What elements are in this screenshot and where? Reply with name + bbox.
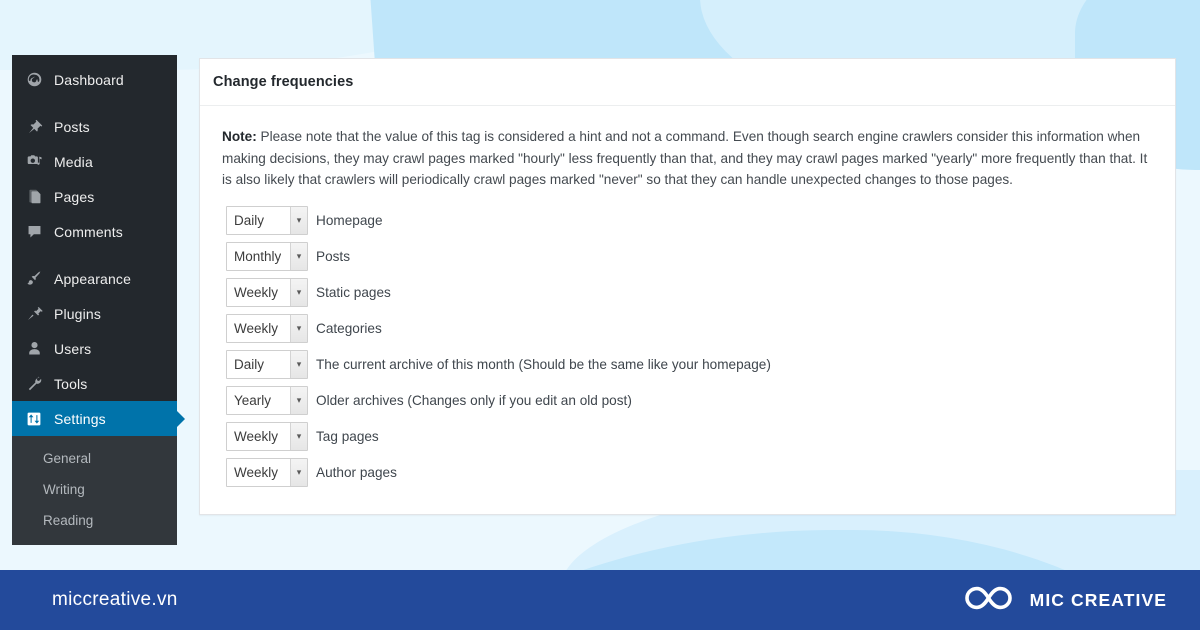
- frequency-row: Weekly ▾ Categories: [226, 313, 1153, 344]
- frequency-select-author-pages[interactable]: Weekly ▾: [226, 457, 308, 487]
- sidebar-group-content: Posts Media Pages Comments: [12, 109, 177, 249]
- comment-bubble-icon: [23, 222, 45, 242]
- sidebar-item-label: Posts: [54, 118, 90, 135]
- frequency-label: Tag pages: [316, 428, 379, 444]
- footer-website-url: miccreative.vn: [52, 589, 178, 610]
- note-text: Note: Please note that the value of this…: [222, 126, 1152, 191]
- sidebar-item-label: Appearance: [54, 270, 132, 287]
- frequency-label: Static pages: [316, 284, 391, 300]
- plug-icon: [23, 304, 45, 324]
- frequency-row: Daily ▾ The current archive of this mont…: [226, 349, 1153, 380]
- frequency-row: Monthly ▾ Posts: [226, 241, 1153, 272]
- settings-sliders-icon: [23, 409, 45, 429]
- sidebar-item-pages[interactable]: Pages: [12, 179, 177, 214]
- sidebar-separator-1: [12, 97, 177, 109]
- frequency-row: Weekly ▾ Static pages: [226, 277, 1153, 308]
- sidebar-group-main: Dashboard: [12, 62, 177, 97]
- frequency-label: Author pages: [316, 464, 397, 480]
- frequency-row: Weekly ▾ Author pages: [226, 457, 1153, 488]
- frequency-label: Categories: [316, 320, 382, 336]
- frequency-label: The current archive of this month (Shoul…: [316, 356, 771, 372]
- sidebar-item-appearance[interactable]: Appearance: [12, 261, 177, 296]
- sidebar-item-label: Users: [54, 340, 92, 357]
- note-body: Please note that the value of this tag i…: [222, 129, 1148, 187]
- admin-sidebar: Dashboard Posts Media Pages Comments App…: [12, 55, 177, 545]
- sidebar-item-posts[interactable]: Posts: [12, 109, 177, 144]
- panel-header: Change frequencies: [200, 59, 1175, 106]
- dashboard-icon: [23, 70, 45, 90]
- frequency-select-homepage[interactable]: Daily ▾: [226, 205, 308, 235]
- chevron-down-icon: ▾: [290, 278, 307, 306]
- sidebar-item-plugins[interactable]: Plugins: [12, 296, 177, 331]
- user-icon: [23, 339, 45, 359]
- select-value: Weekly: [234, 464, 279, 480]
- submenu-item-writing[interactable]: Writing: [12, 474, 177, 505]
- select-value: Yearly: [234, 392, 272, 408]
- brand-name: MIC CREATIVE: [1029, 589, 1167, 610]
- chevron-down-icon: ▾: [290, 242, 307, 270]
- panel-body: Note: Please note that the value of this…: [200, 106, 1175, 488]
- frequency-select-posts[interactable]: Monthly ▾: [226, 241, 308, 271]
- frequency-label: Homepage: [316, 212, 383, 228]
- sidebar-item-label: Pages: [54, 188, 95, 205]
- frequency-label: Older archives (Changes only if you edit…: [316, 392, 632, 408]
- sidebar-separator-2: [12, 249, 177, 261]
- frequency-select-current-archive[interactable]: Daily ▾: [226, 349, 308, 379]
- pages-icon: [23, 187, 45, 207]
- sidebar-group-admin: Appearance Plugins Users Tools Settings: [12, 261, 177, 436]
- sidebar-item-media[interactable]: Media: [12, 144, 177, 179]
- submenu-item-reading[interactable]: Reading: [12, 505, 177, 536]
- chevron-down-icon: ▾: [290, 386, 307, 414]
- frequency-row: Yearly ▾ Older archives (Changes only if…: [226, 385, 1153, 416]
- select-value: Monthly: [234, 248, 282, 264]
- note-label: Note:: [222, 129, 257, 144]
- sidebar-item-label: Dashboard: [54, 71, 124, 88]
- sidebar-item-users[interactable]: Users: [12, 331, 177, 366]
- frequency-rows: Daily ▾ Homepage Monthly ▾ Posts Weekly …: [222, 205, 1153, 488]
- paintbrush-icon: [23, 269, 45, 289]
- sidebar-item-label: Plugins: [54, 305, 101, 322]
- sidebar-item-dashboard[interactable]: Dashboard: [12, 62, 177, 97]
- sidebar-item-comments[interactable]: Comments: [12, 214, 177, 249]
- frequency-select-static-pages[interactable]: Weekly ▾: [226, 277, 308, 307]
- change-frequencies-panel: Change frequencies Note: Please note tha…: [199, 58, 1176, 515]
- chevron-down-icon: ▾: [290, 314, 307, 342]
- chevron-down-icon: ▾: [290, 206, 307, 234]
- media-icon: [23, 152, 45, 172]
- select-value: Weekly: [234, 320, 279, 336]
- sidebar-item-label: Comments: [54, 223, 123, 240]
- select-value: Daily: [234, 356, 265, 372]
- frequency-label: Posts: [316, 248, 350, 264]
- select-value: Weekly: [234, 284, 279, 300]
- frequency-row: Weekly ▾ Tag pages: [226, 421, 1153, 452]
- select-value: Weekly: [234, 428, 279, 444]
- sidebar-item-label: Media: [54, 153, 93, 170]
- frequency-row: Daily ▾ Homepage: [226, 205, 1153, 236]
- settings-submenu: General Writing Reading: [12, 436, 177, 545]
- sidebar-item-settings[interactable]: Settings: [12, 401, 177, 436]
- wrench-icon: [23, 374, 45, 394]
- footer-bar: miccreative.vn MIC CREATIVE: [0, 570, 1200, 630]
- submenu-item-general[interactable]: General: [12, 443, 177, 474]
- pin-icon: [23, 117, 45, 137]
- frequency-select-tag-pages[interactable]: Weekly ▾: [226, 421, 308, 451]
- sidebar-item-label: Settings: [54, 410, 106, 427]
- chevron-down-icon: ▾: [290, 458, 307, 486]
- frequency-select-older-archives[interactable]: Yearly ▾: [226, 385, 308, 415]
- page-title: Change frequencies: [213, 74, 354, 90]
- frequency-select-categories[interactable]: Weekly ▾: [226, 313, 308, 343]
- sidebar-item-tools[interactable]: Tools: [12, 366, 177, 401]
- chevron-down-icon: ▾: [290, 422, 307, 450]
- brand-lockup: MIC CREATIVE: [961, 583, 1167, 618]
- sidebar-item-label: Tools: [54, 375, 88, 392]
- select-value: Daily: [234, 212, 265, 228]
- chevron-down-icon: ▾: [290, 350, 307, 378]
- infinity-logo-icon: [961, 583, 1017, 618]
